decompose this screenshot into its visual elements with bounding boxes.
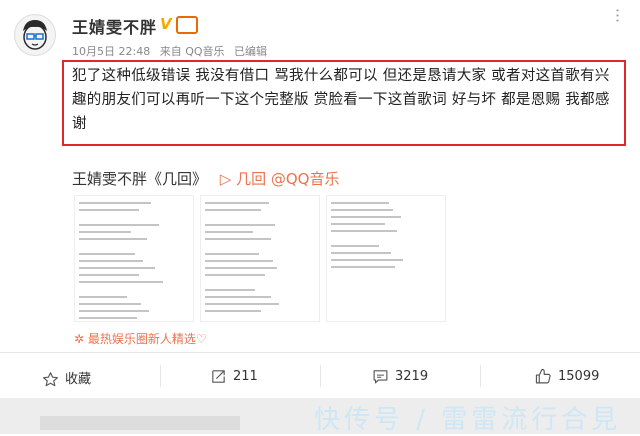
avatar-cartoon-icon — [23, 20, 47, 50]
edited-label: 已编辑 — [234, 45, 268, 58]
star-icon — [43, 372, 58, 387]
flower-icon: ✲ — [74, 332, 88, 346]
thumbs-up-icon — [535, 368, 551, 384]
verified-badge-icon: V — [160, 15, 172, 33]
lyrics-image-3[interactable] — [326, 195, 446, 322]
song-title: 王婧雯不胖《几回》 — [72, 170, 208, 188]
username[interactable]: 王婧雯不胖 — [72, 14, 157, 38]
comment-count: 3219 — [395, 369, 429, 384]
comment-icon — [373, 370, 388, 384]
lyrics-image-1[interactable] — [74, 195, 194, 322]
member-tag-icon — [176, 16, 198, 34]
repost-button[interactable]: 211 — [210, 368, 258, 385]
action-separator — [320, 365, 321, 387]
like-count: 15099 — [558, 369, 600, 384]
watermark-text: 快传号 / 雷雷流行合見 — [314, 405, 622, 435]
blurred-area — [40, 416, 240, 430]
repost-count: 211 — [233, 369, 258, 384]
more-options-icon[interactable]: ··· — [608, 8, 627, 23]
promo-link[interactable]: ✲ 最热娱乐圈新人精选♡ — [74, 330, 207, 347]
action-separator — [480, 365, 481, 387]
post-text: 犯了这种低级错误 我没有借口 骂我什么都可以 但还是恳请大家 或者对这首歌有兴趣… — [72, 68, 610, 132]
lyrics-image-2[interactable] — [200, 195, 320, 322]
avatar[interactable] — [14, 14, 56, 56]
post-source[interactable]: 来自 QQ音乐 — [160, 45, 225, 58]
watermark-band: 快传号 / 雷雷流行合見 — [0, 398, 640, 435]
favorite-label: 收藏 — [65, 372, 92, 387]
favorite-button[interactable]: 收藏 — [42, 368, 91, 388]
comment-button[interactable]: 3219 — [372, 368, 428, 385]
song-line: 王婧雯不胖《几回》 ▷ 几回 @QQ音乐 — [72, 168, 339, 189]
repost-icon — [212, 370, 225, 383]
post-meta: 10月5日 22:48 来自 QQ音乐 已编辑 — [72, 43, 273, 59]
song-link[interactable]: ▷ 几回 @QQ音乐 — [220, 170, 340, 188]
action-bar-divider — [0, 352, 640, 353]
action-separator — [160, 365, 161, 387]
post-date[interactable]: 10月5日 22:48 — [72, 45, 150, 58]
like-button[interactable]: 15099 — [535, 368, 599, 385]
promo-text: 最热娱乐圈新人精选♡ — [87, 332, 207, 346]
